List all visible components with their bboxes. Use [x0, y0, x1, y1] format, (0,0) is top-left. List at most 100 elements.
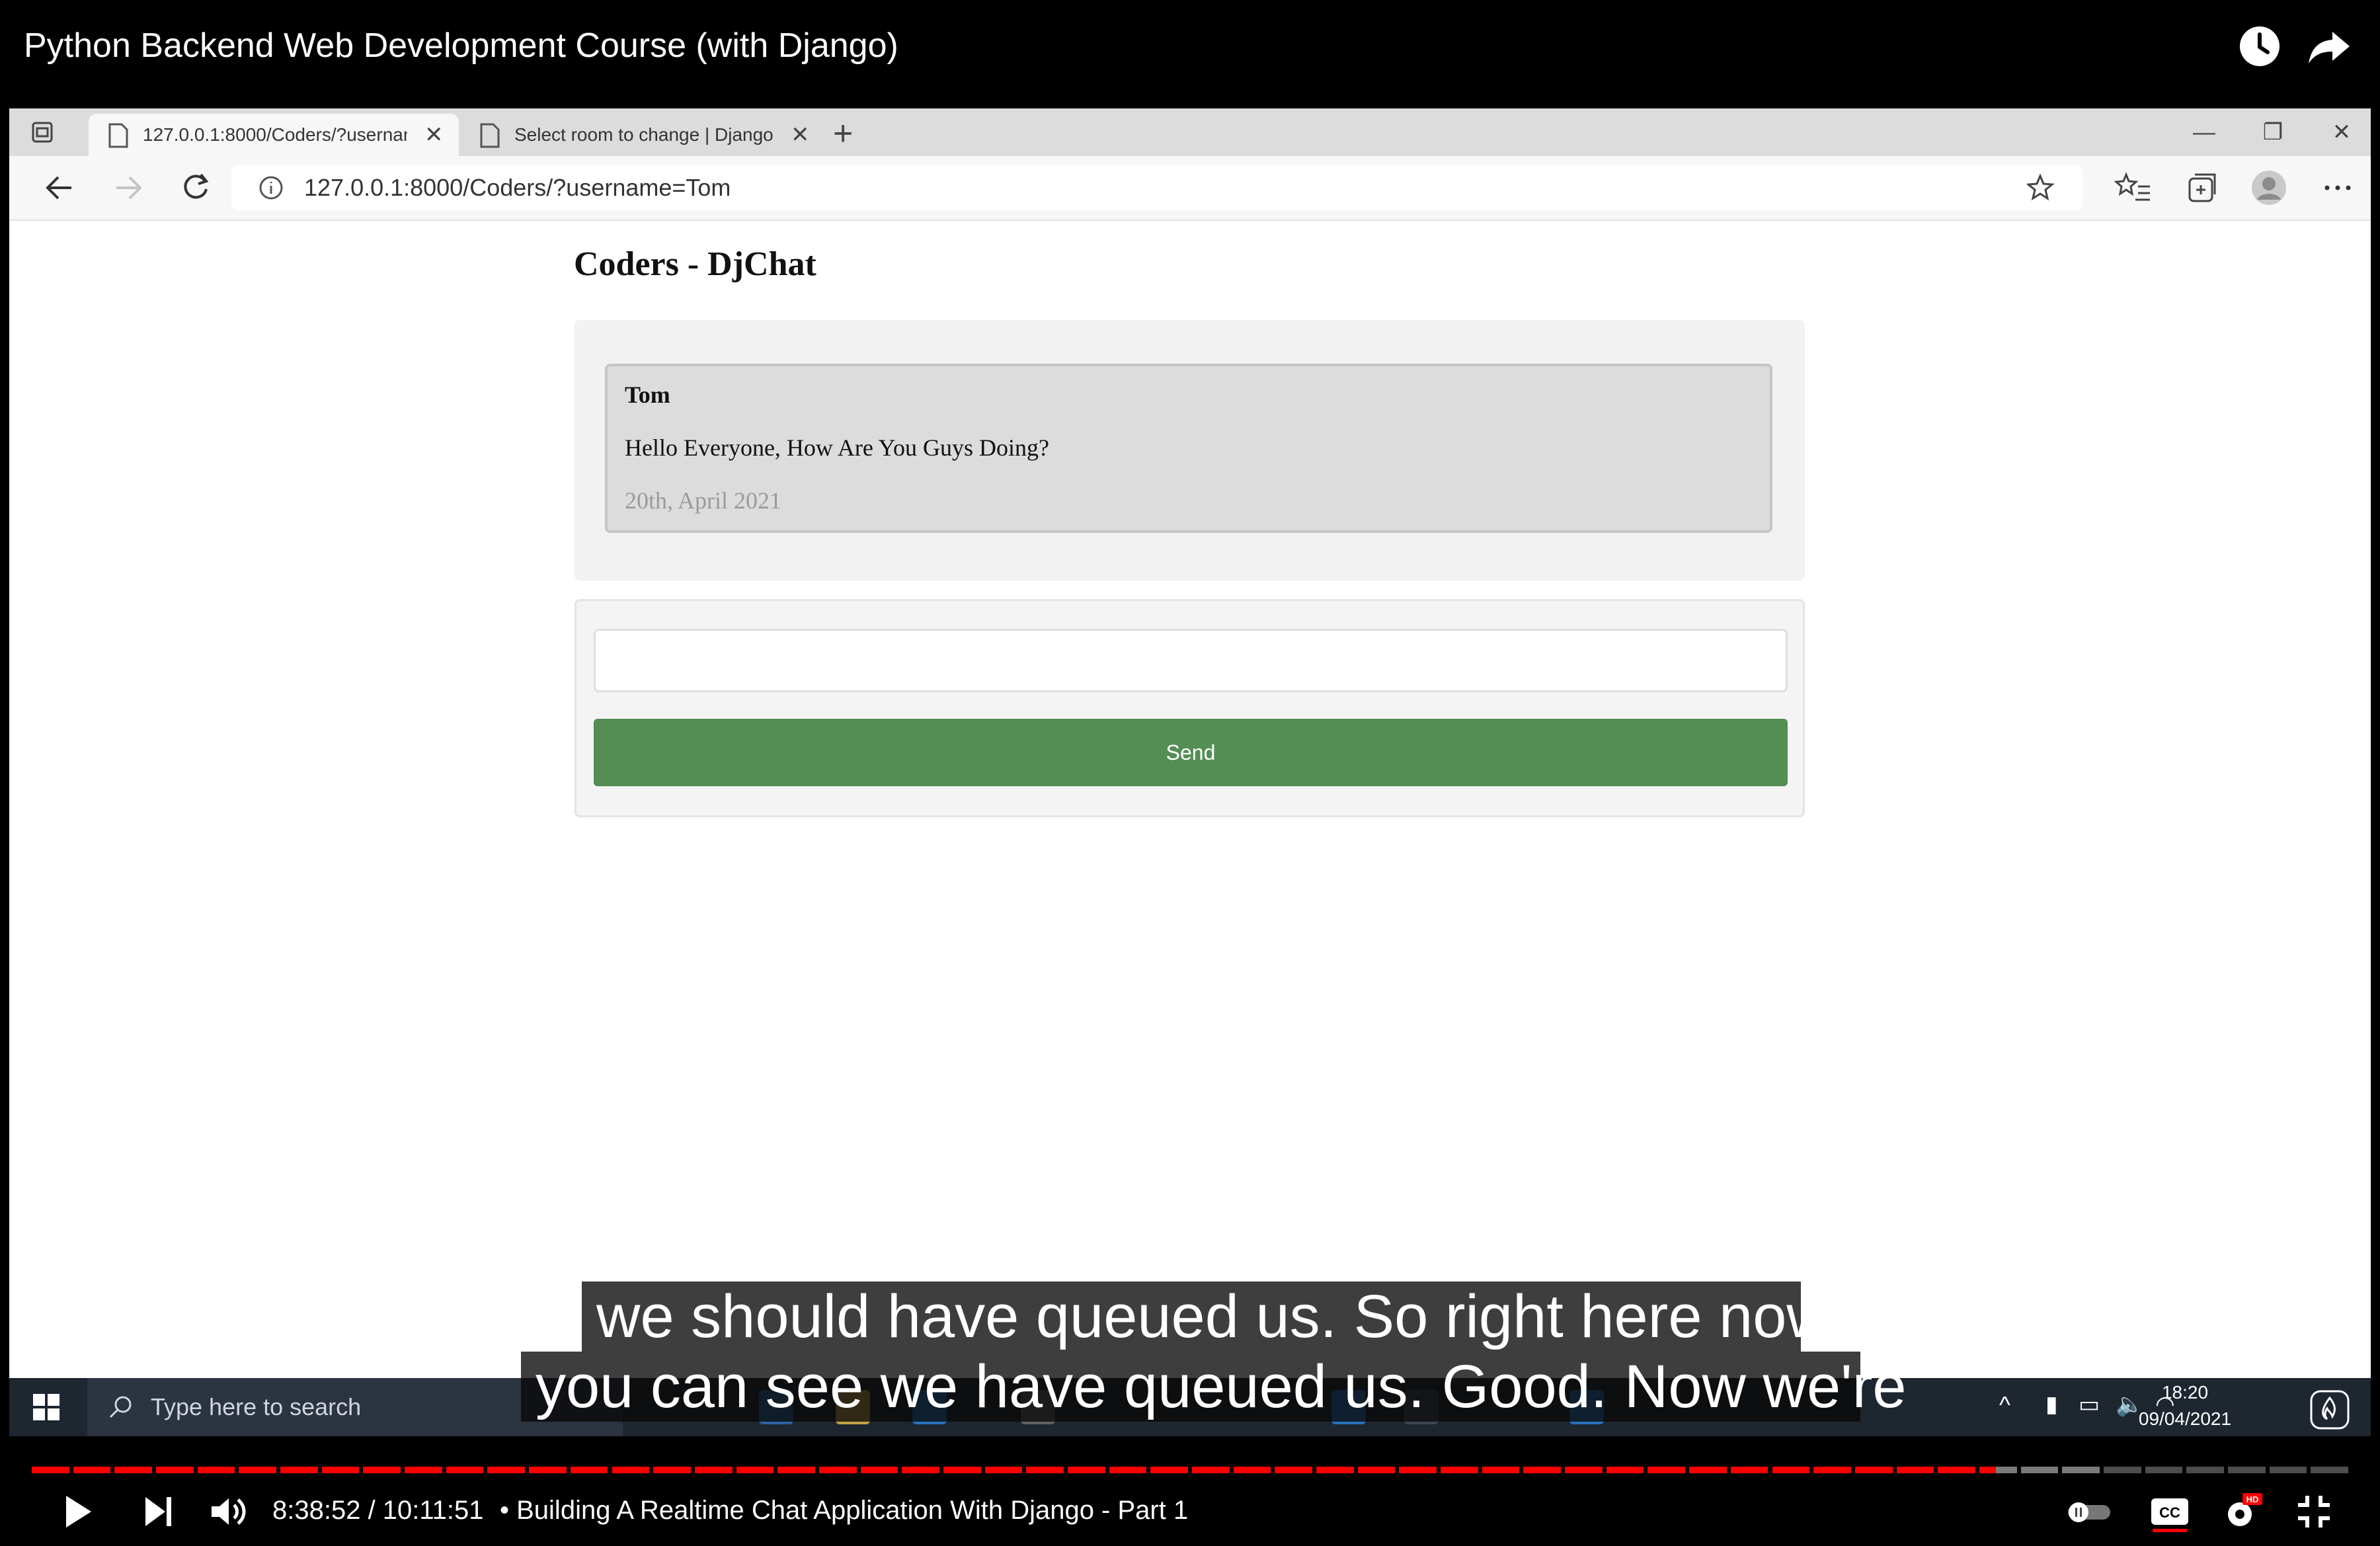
- taskbar-clock-time[interactable]: 18:20: [2129, 1382, 2241, 1403]
- next-icon[interactable]: [135, 1488, 182, 1535]
- progress-segment[interactable]: [1772, 1467, 1810, 1473]
- volume-icon[interactable]: [205, 1488, 253, 1535]
- progress-segment[interactable]: [32, 1467, 69, 1473]
- progress-segment[interactable]: [612, 1467, 650, 1473]
- profile-avatar-icon[interactable]: [2248, 167, 2290, 209]
- progress-segment[interactable]: [818, 1467, 857, 1473]
- progress-segment[interactable]: [2227, 1467, 2266, 1473]
- back-icon[interactable]: [38, 167, 81, 209]
- progress-segment[interactable]: [2103, 1467, 2141, 1473]
- message-date: 20th, April 2021: [625, 487, 782, 514]
- progress-segment[interactable]: [860, 1467, 898, 1473]
- progress-segment[interactable]: [1357, 1467, 1396, 1473]
- tab-close-icon[interactable]: ✕: [424, 122, 444, 148]
- progress-segment[interactable]: [570, 1467, 608, 1473]
- new-tab-button[interactable]: +: [833, 114, 853, 153]
- progress-segment[interactable]: [1979, 1467, 1997, 1473]
- progress-segment[interactable]: [943, 1467, 981, 1473]
- progress-segment[interactable]: [777, 1467, 815, 1473]
- progress-segment[interactable]: [1896, 1467, 1934, 1473]
- tray-chevron-icon[interactable]: ^: [1999, 1391, 2010, 1419]
- progress-segment[interactable]: [984, 1467, 1023, 1473]
- subscribe-watermark-icon[interactable]: [2306, 1386, 2354, 1434]
- send-button[interactable]: Send: [594, 719, 1788, 786]
- progress-segment[interactable]: [902, 1467, 939, 1473]
- autoplay-toggle[interactable]: [2065, 1488, 2113, 1535]
- progress-segment[interactable]: [487, 1467, 526, 1473]
- progress-segment[interactable]: [2186, 1467, 2224, 1473]
- share-icon[interactable]: [2306, 22, 2354, 70]
- progress-segment[interactable]: [1026, 1467, 1064, 1473]
- progress-segment[interactable]: [1150, 1467, 1188, 1473]
- captions-icon[interactable]: CC: [2146, 1488, 2194, 1535]
- progress-segment[interactable]: [2145, 1467, 2183, 1473]
- search-icon: [109, 1396, 132, 1418]
- progress-segment[interactable]: [1523, 1467, 1562, 1473]
- progress-segment[interactable]: [694, 1467, 733, 1473]
- progress-segment[interactable]: [529, 1467, 567, 1473]
- progress-segment[interactable]: [1813, 1467, 1851, 1473]
- progress-segment[interactable]: [1565, 1467, 1603, 1473]
- progress-segment[interactable]: [1647, 1467, 1686, 1473]
- progress-segment[interactable]: [2269, 1467, 2307, 1473]
- progress-segment[interactable]: [1996, 1467, 2017, 1473]
- progress-segment[interactable]: [1689, 1467, 1727, 1473]
- progress-segment[interactable]: [653, 1467, 691, 1473]
- progress-segment[interactable]: [446, 1467, 484, 1473]
- progress-segment[interactable]: [363, 1467, 401, 1473]
- progress-segment[interactable]: [156, 1467, 194, 1473]
- progress-segment[interactable]: [280, 1467, 318, 1473]
- progress-segment[interactable]: [1441, 1467, 1478, 1473]
- windows-start-icon[interactable]: [28, 1389, 65, 1426]
- collections-icon[interactable]: [2180, 167, 2223, 209]
- progress-segment[interactable]: [2062, 1467, 2100, 1473]
- progress-segment[interactable]: [1316, 1467, 1354, 1473]
- tab-coders[interactable]: 127.0.0.1:8000/Coders/?usernam ✕: [89, 114, 459, 156]
- watch-later-icon[interactable]: [2236, 22, 2283, 70]
- taskbar-clock-date[interactable]: 09/04/2021: [2129, 1408, 2241, 1430]
- progress-segment[interactable]: [1109, 1467, 1147, 1473]
- refresh-icon[interactable]: [175, 167, 217, 209]
- minimize-button[interactable]: —: [2178, 108, 2231, 156]
- progress-segment[interactable]: [114, 1467, 153, 1473]
- favorites-icon[interactable]: [2112, 167, 2154, 209]
- tab-select-room[interactable]: Select room to change | Django ✕: [465, 114, 822, 156]
- play-icon[interactable]: [53, 1488, 100, 1535]
- progress-bar[interactable]: [32, 1467, 2348, 1473]
- tab-close-icon[interactable]: ✕: [791, 122, 810, 148]
- battery-icon[interactable]: ▭: [2079, 1391, 2100, 1418]
- progress-segment[interactable]: [1233, 1467, 1271, 1473]
- progress-segment[interactable]: [1854, 1467, 1893, 1473]
- progress-segment[interactable]: [1482, 1467, 1520, 1473]
- forward-icon[interactable]: [107, 167, 149, 209]
- message-input[interactable]: [594, 629, 1788, 692]
- close-window-button[interactable]: ✕: [2315, 108, 2368, 156]
- chapter-title[interactable]: • Building A Realtime Chat Application W…: [500, 1488, 1188, 1533]
- video-title: Python Backend Web Development Course (w…: [24, 26, 898, 65]
- favorite-add-icon[interactable]: [2027, 173, 2056, 202]
- progress-segment[interactable]: [197, 1467, 235, 1473]
- progress-segment[interactable]: [2311, 1467, 2348, 1473]
- progress-segment[interactable]: [1192, 1467, 1230, 1473]
- progress-segment[interactable]: [1275, 1467, 1313, 1473]
- progress-segment[interactable]: [1938, 1467, 1975, 1473]
- progress-segment[interactable]: [321, 1467, 360, 1473]
- address-bar[interactable]: 127.0.0.1:8000/Coders/?username=Tom: [231, 165, 2082, 210]
- progress-segment[interactable]: [1730, 1467, 1768, 1473]
- progress-segment[interactable]: [73, 1467, 111, 1473]
- site-info-icon[interactable]: [258, 175, 284, 201]
- progress-segment[interactable]: [1067, 1467, 1105, 1473]
- exit-fullscreen-icon[interactable]: [2290, 1488, 2338, 1535]
- tab-actions-icon[interactable]: [29, 119, 56, 145]
- settings-gear-icon[interactable]: HD: [2217, 1488, 2265, 1535]
- restore-button[interactable]: ❐: [2246, 108, 2299, 156]
- progress-segment[interactable]: [1606, 1467, 1644, 1473]
- tab-label: 127.0.0.1:8000/Coders/?usernam: [143, 124, 407, 145]
- progress-segment[interactable]: [736, 1467, 774, 1473]
- progress-segment[interactable]: [405, 1467, 442, 1473]
- microphone-icon[interactable]: ▮: [2045, 1391, 2058, 1418]
- progress-segment[interactable]: [1399, 1467, 1437, 1473]
- more-options-icon[interactable]: [2317, 167, 2359, 209]
- progress-segment[interactable]: [2020, 1467, 2059, 1473]
- progress-segment[interactable]: [239, 1467, 277, 1473]
